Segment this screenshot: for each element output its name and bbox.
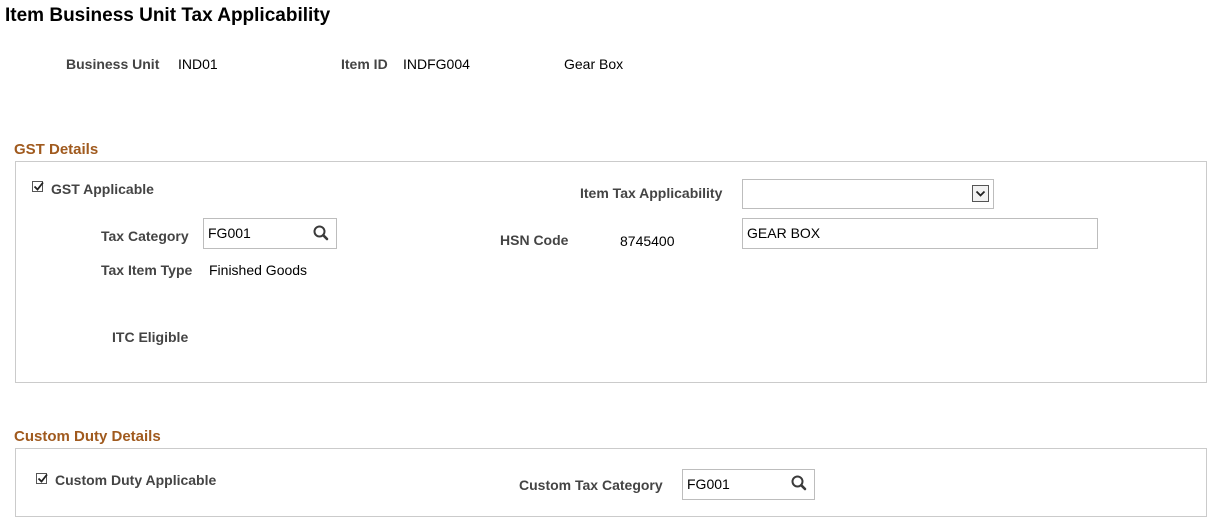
custom-tax-category-label: Custom Tax Category <box>519 477 663 493</box>
tax-item-type-label: Tax Item Type <box>101 262 193 278</box>
business-unit-value: IND01 <box>178 56 218 72</box>
custom-duty-applicable-label: Custom Duty Applicable <box>55 472 217 488</box>
item-id-value: INDFG004 <box>403 56 470 72</box>
page-title: Item Business Unit Tax Applicability <box>5 5 331 26</box>
hsn-code-label: HSN Code <box>500 232 569 248</box>
item-tax-applicability-select[interactable] <box>742 179 994 209</box>
itc-eligible-label: ITC Eligible <box>112 329 189 345</box>
gst-section-title: GST Details <box>14 141 99 158</box>
gst-applicable-label: GST Applicable <box>51 181 154 197</box>
custom-duty-section-title: Custom Duty Details <box>14 428 161 445</box>
item-description: Gear Box <box>564 56 624 72</box>
tax-item-type-value: Finished Goods <box>209 262 308 278</box>
hsn-description-value: GEAR BOX <box>747 225 821 241</box>
chevron-down-icon <box>972 185 989 202</box>
search-icon <box>791 475 807 491</box>
item-tax-applicability-label: Item Tax Applicability <box>580 185 723 201</box>
business-unit-label: Business Unit <box>66 56 160 72</box>
search-icon <box>313 225 329 241</box>
custom-duty-applicable-checkbox[interactable] <box>36 473 48 484</box>
hsn-description-field[interactable]: GEAR BOX <box>742 218 1098 249</box>
checkmark-icon <box>33 181 44 191</box>
checkmark-icon <box>37 473 48 483</box>
tax-category-lookup-button[interactable] <box>310 222 332 244</box>
custom-tax-category-lookup-button[interactable] <box>788 472 810 494</box>
tax-category-value: FG001 <box>208 225 251 241</box>
tax-category-label: Tax Category <box>101 228 189 244</box>
gst-applicable-checkbox[interactable] <box>32 181 44 192</box>
custom-tax-category-value: FG001 <box>687 476 730 492</box>
item-id-label: Item ID <box>341 56 388 72</box>
hsn-code-value: 8745400 <box>620 233 675 249</box>
